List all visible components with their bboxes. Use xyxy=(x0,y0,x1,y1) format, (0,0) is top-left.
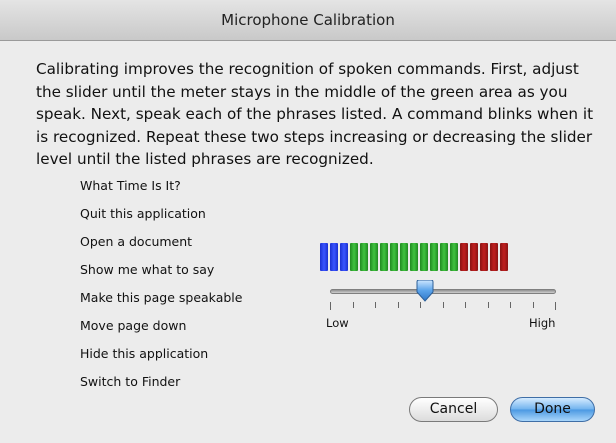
calibration-dialog: Microphone Calibration Calibrating impro… xyxy=(0,0,616,443)
meter-segment-green xyxy=(450,243,458,271)
level-meter xyxy=(320,243,508,271)
meter-segment-green xyxy=(380,243,388,271)
phrase-item: Move page down xyxy=(80,318,187,333)
slider-tick xyxy=(487,302,489,308)
meter-segment-green xyxy=(430,243,438,271)
slider-high-label: High xyxy=(529,316,556,330)
slider-tick xyxy=(442,302,444,308)
slider-low-label: Low xyxy=(326,316,349,330)
meter-segment-red xyxy=(470,243,478,271)
meter-segment-green xyxy=(400,243,408,271)
phrase-item: Open a document xyxy=(80,234,193,249)
slider-track[interactable] xyxy=(330,289,556,294)
meter-segment-blue xyxy=(340,243,348,271)
slider-tick xyxy=(330,302,331,310)
window-title: Microphone Calibration xyxy=(0,0,616,41)
meter-segment-green xyxy=(410,243,418,271)
sensitivity-slider[interactable] xyxy=(330,279,556,330)
slider-tick xyxy=(510,302,511,308)
slider-tick xyxy=(397,302,399,308)
phrase-item: What Time Is It? xyxy=(80,178,181,193)
phrase-item: Switch to Finder xyxy=(80,374,181,389)
phrase-item: Quit this application xyxy=(80,206,206,221)
meter-segment-green xyxy=(390,243,398,271)
meter-segment-green xyxy=(350,243,358,271)
instructions-text: Calibrating improves the recognition of … xyxy=(36,60,594,168)
cancel-button[interactable]: Cancel xyxy=(409,397,498,422)
meter-segment-red xyxy=(480,243,488,271)
meter-segment-blue xyxy=(330,243,338,271)
slider-ticks xyxy=(330,302,556,310)
done-button[interactable]: Done xyxy=(510,397,595,422)
slider-tick xyxy=(465,302,466,308)
meter-segment-green xyxy=(360,243,368,271)
meter-segment-green xyxy=(370,243,378,271)
slider-tick xyxy=(375,302,376,308)
phrase-item: Make this page speakable xyxy=(80,290,243,305)
slider-tick xyxy=(532,302,534,308)
slider-tick xyxy=(555,302,556,310)
meter-segment-green xyxy=(440,243,448,271)
phrase-item: Show me what to say xyxy=(80,262,215,277)
meter-segment-red xyxy=(460,243,468,271)
slider-tick xyxy=(420,302,421,308)
meter-segment-green xyxy=(420,243,428,271)
slider-thumb[interactable] xyxy=(415,279,435,302)
meter-segment-blue xyxy=(320,243,328,271)
phrase-list: What Time Is It? Quit this application O… xyxy=(80,178,242,402)
phrase-item: Hide this application xyxy=(80,346,209,361)
meter-segment-red xyxy=(490,243,498,271)
slider-tick xyxy=(352,302,354,308)
meter-segment-red xyxy=(500,243,508,271)
